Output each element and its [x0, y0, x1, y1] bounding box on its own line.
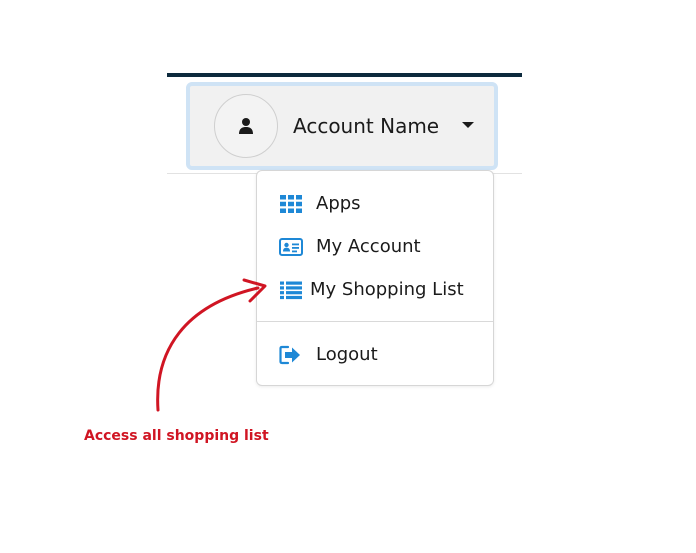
- menu-item-label: My Shopping List: [310, 279, 464, 300]
- annotation-label: Access all shopping list: [84, 428, 269, 444]
- avatar: [214, 94, 278, 158]
- logout-icon: [279, 345, 300, 365]
- menu-item-apps[interactable]: Apps: [257, 185, 493, 223]
- list-icon: [280, 281, 302, 300]
- menu-item-label: Apps: [316, 193, 361, 214]
- user-icon: [239, 118, 253, 134]
- menu-item-label: Logout: [316, 344, 378, 365]
- account-name: Account Name: [293, 114, 440, 138]
- id-card-icon: [279, 238, 303, 256]
- header-bar: [167, 73, 522, 77]
- menu-divider: [257, 321, 493, 322]
- annotation-arrow: [156, 278, 267, 412]
- chevron-down-icon: [462, 122, 474, 128]
- menu-item-logout[interactable]: Logout: [257, 336, 493, 374]
- menu-item-my-account[interactable]: My Account: [257, 228, 493, 266]
- account-menu-button[interactable]: Account Name: [186, 82, 498, 170]
- menu-item-my-shopping-list[interactable]: My Shopping List: [257, 271, 493, 309]
- grid-icon: [280, 195, 302, 213]
- account-dropdown-menu: Apps My Account My Shopping List Logout: [256, 170, 494, 386]
- menu-item-label: My Account: [316, 236, 421, 257]
